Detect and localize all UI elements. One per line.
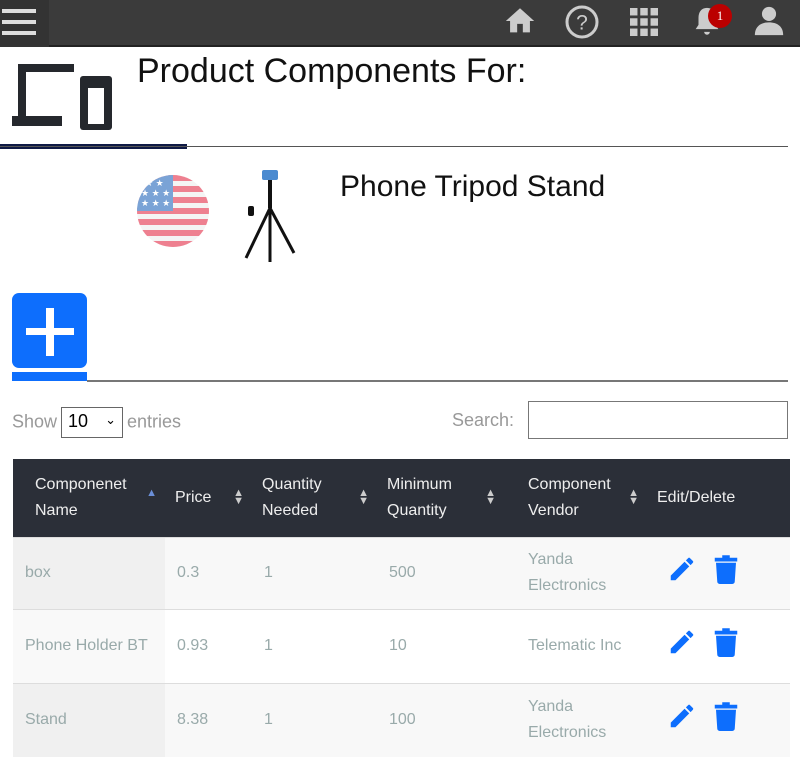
table-row: Stand 8.38 1 100 Yanda Electronics: [13, 682, 790, 757]
col-header-minimum-quantity[interactable]: Minimum Quantity ▲ ▼: [377, 459, 504, 537]
cell-name: Phone Holder BT: [13, 608, 165, 683]
trash-icon[interactable]: [713, 701, 739, 731]
svg-text:★ ★ ★: ★ ★ ★: [141, 198, 170, 208]
col-header-name[interactable]: Componenet Name ▲: [13, 459, 165, 537]
table-header-row: Componenet Name ▲ Price ▲ ▼ Quantity Needed…: [13, 459, 790, 537]
entries-label: entries: [127, 411, 182, 432]
cell-vendor: Telematic Inc: [504, 608, 647, 683]
cell-qty: 1: [252, 608, 377, 683]
entries-control: Show 10 ⌄ entries: [12, 407, 181, 438]
user-icon[interactable]: [752, 4, 786, 38]
col-header-quantity-needed[interactable]: Quantity Needed ▲ ▼: [252, 459, 377, 537]
top-bar: ? 1: [0, 0, 800, 47]
cell-min: 100: [377, 682, 504, 757]
sort-icon: ▲ ▼: [485, 487, 496, 507]
plus-icon: [26, 308, 74, 356]
cell-price: 0.93: [165, 608, 252, 683]
tab-indicator: [12, 372, 87, 381]
entries-value: 10: [68, 411, 89, 431]
entries-select[interactable]: 10 ⌄: [61, 407, 124, 438]
edit-icon[interactable]: [667, 701, 697, 731]
us-flag-icon: ★ ★★ ★ ★★ ★ ★: [137, 175, 209, 247]
components-table: Componenet Name ▲ Price ▲ ▼ Quantity Needed…: [13, 459, 790, 757]
svg-text:★ ★ ★: ★ ★ ★: [141, 188, 170, 198]
add-component-button[interactable]: [12, 293, 87, 368]
cell-actions: [647, 682, 790, 757]
svg-text:?: ?: [576, 12, 588, 35]
header-label: Component Vendor: [528, 475, 611, 519]
divider: [0, 146, 788, 147]
cell-name: box: [13, 536, 165, 609]
cell-qty: 1: [252, 536, 377, 609]
cell-actions: [647, 536, 790, 609]
cell-qty: 1: [252, 682, 377, 757]
header-label: Minimum Quantity: [387, 475, 452, 519]
sort-asc-icon: ▲: [146, 487, 157, 499]
cell-min: 500: [377, 536, 504, 609]
help-icon[interactable]: ?: [564, 4, 600, 40]
cell-price: 8.38: [165, 682, 252, 757]
cell-min: 10: [377, 608, 504, 683]
search-label: Search:: [452, 410, 515, 430]
product-name: Phone Tripod Stand: [340, 170, 606, 203]
header-label: Edit/Delete: [657, 488, 736, 506]
header-label: Componenet Name: [35, 475, 127, 519]
notification-badge: 1: [708, 4, 732, 28]
divider: [87, 380, 788, 382]
col-header-vendor[interactable]: Component Vendor ▲ ▼: [504, 459, 647, 537]
svg-text:★ ★: ★ ★: [145, 178, 164, 188]
sort-icon: ▲ ▼: [358, 487, 369, 507]
edit-icon[interactable]: [667, 554, 697, 584]
header-label: Price: [175, 488, 212, 506]
search-input[interactable]: [528, 401, 788, 439]
chevron-down-icon: ⌄: [105, 412, 117, 427]
sort-icon: ▲ ▼: [233, 487, 244, 507]
cell-actions: [647, 608, 790, 683]
header-label: Quantity Needed: [262, 475, 322, 519]
trash-icon[interactable]: [713, 554, 739, 584]
cell-vendor: Yanda Electronics: [504, 536, 647, 609]
home-icon[interactable]: [503, 4, 537, 38]
apps-grid-icon[interactable]: [630, 8, 658, 36]
table-row: Phone Holder BT 0.93 1 10 Telematic Inc: [13, 608, 790, 683]
trash-icon[interactable]: [713, 627, 739, 657]
devices-icon: [12, 64, 112, 130]
page-title: Product Components For:: [137, 52, 527, 90]
cell-vendor: Yanda Electronics: [504, 682, 647, 757]
cell-name: Stand: [13, 682, 165, 757]
table-row: box 0.3 1 500 Yanda Electronics: [13, 536, 790, 609]
edit-icon[interactable]: [667, 627, 697, 657]
product-image: [244, 170, 296, 262]
show-label: Show: [12, 411, 58, 432]
col-header-price[interactable]: Price ▲ ▼: [165, 459, 252, 537]
col-header-edit-delete: Edit/Delete: [647, 459, 790, 537]
sort-icon: ▲ ▼: [628, 487, 639, 507]
menu-icon[interactable]: [0, 0, 49, 47]
cell-price: 0.3: [165, 536, 252, 609]
